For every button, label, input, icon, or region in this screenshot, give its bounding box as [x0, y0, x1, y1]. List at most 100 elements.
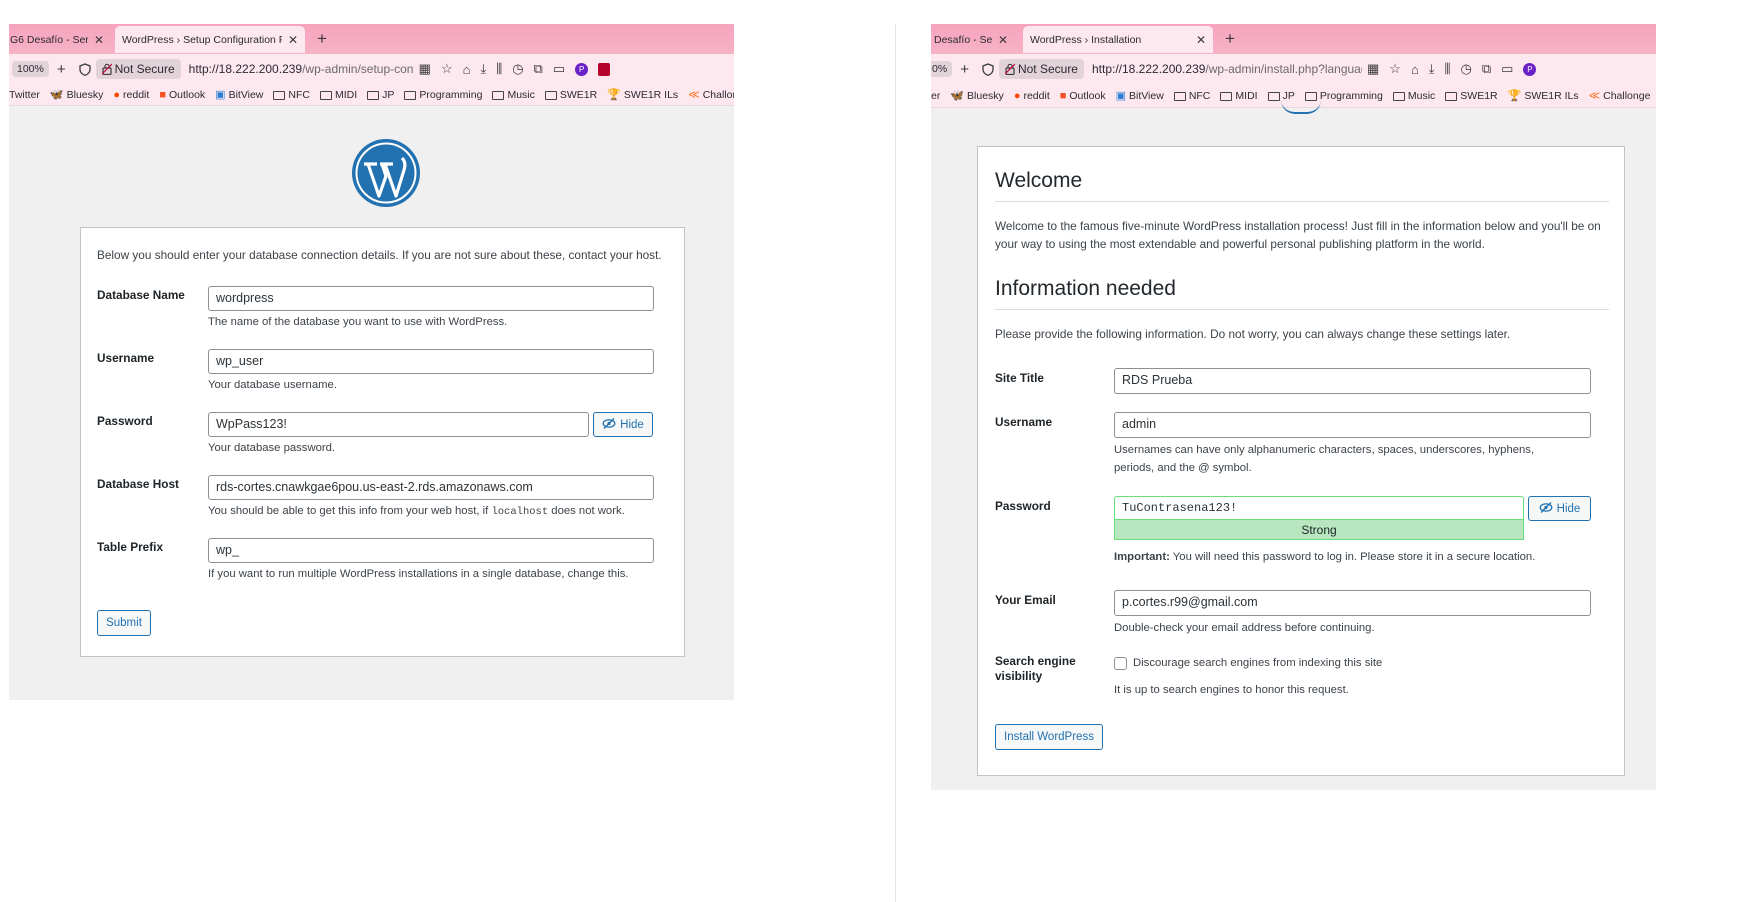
- discourage-search-checkbox[interactable]: [1114, 657, 1127, 670]
- ublock-icon[interactable]: [598, 62, 611, 76]
- bookmark-swe1r-ils[interactable]: 🏆 SWE1R ILs: [607, 88, 678, 102]
- new-tab-button[interactable]: +: [1225, 29, 1235, 49]
- tab-setup-config[interactable]: WordPress › Setup Configuration File ✕: [115, 26, 305, 53]
- profile-icon[interactable]: P: [575, 62, 589, 76]
- wordpress-logo[interactable]: [351, 138, 421, 208]
- history-icon[interactable]: ◷: [512, 61, 523, 77]
- bookmark-outlook[interactable]: ■ Outlook: [1060, 90, 1106, 102]
- bookmark-star-icon[interactable]: ☆: [1389, 61, 1401, 77]
- bookmark-label: Outlook: [168, 88, 206, 101]
- bookmark-bluesky[interactable]: 🦋 Bluesky: [50, 88, 103, 102]
- zoom-in-button[interactable]: +: [57, 61, 66, 78]
- close-tab-icon[interactable]: ✕: [94, 33, 104, 47]
- email-input[interactable]: p.cortes.r99@gmail.com: [1114, 590, 1591, 616]
- library-icon[interactable]: ⫼: [496, 61, 502, 77]
- screenshot-icon[interactable]: ⧉: [1482, 61, 1491, 77]
- bookmark-folder-nfc[interactable]: NFC: [1173, 90, 1210, 102]
- download-icon[interactable]: ⤓: [480, 61, 486, 77]
- bookmark-bitview[interactable]: ▣ BitView: [1115, 89, 1164, 103]
- bookmark-folder-jp[interactable]: JP: [367, 89, 394, 101]
- tracking-shield-icon[interactable]: [78, 62, 91, 76]
- bookmark-folder-nfc[interactable]: NFC: [273, 89, 310, 101]
- new-tab-button[interactable]: +: [317, 29, 327, 49]
- trophy-icon: 🏆: [607, 89, 621, 101]
- bookmark-twitter[interactable]: Twitter: [9, 89, 40, 101]
- tab-label: G6 Desafío - Servicios: [10, 33, 88, 46]
- bookmark-folder-swe1r[interactable]: SWE1R: [1445, 90, 1498, 102]
- bookmark-label: JP: [382, 88, 395, 101]
- microsoft-icon: ■: [159, 88, 166, 101]
- folder-icon: [1173, 92, 1186, 101]
- password-input[interactable]: TuContrasena123!: [1114, 496, 1524, 520]
- close-tab-icon[interactable]: ✕: [1196, 33, 1206, 47]
- download-icon[interactable]: ⤓: [1429, 61, 1435, 77]
- reader-view-icon[interactable]: ▭: [553, 61, 565, 77]
- bookmark-reddit[interactable]: ● reddit: [113, 89, 149, 101]
- tracking-shield-icon[interactable]: [982, 62, 994, 76]
- hide-password-button[interactable]: Hide: [1528, 496, 1591, 521]
- bookmark-folder-music[interactable]: Music: [492, 89, 535, 101]
- zoom-in-button[interactable]: +: [960, 61, 969, 78]
- zoom-level[interactable]: 0%: [931, 61, 953, 77]
- pocket-icon[interactable]: ⌂: [463, 62, 471, 77]
- zoom-level[interactable]: 100%: [12, 61, 49, 77]
- not-secure-indicator[interactable]: Not Secure: [998, 59, 1084, 79]
- url-host: http://18.222.200.239: [1091, 62, 1206, 76]
- url-bar[interactable]: http://18.222.200.239/wp-admin/install.p…: [1092, 62, 1362, 76]
- database-host-input[interactable]: rds-cortes.cnawkgae6pou.us-east-2.rds.am…: [208, 475, 654, 500]
- password-input[interactable]: WpPass123!: [208, 412, 589, 437]
- folder-icon: [1267, 92, 1280, 101]
- close-tab-icon[interactable]: ✕: [288, 33, 298, 47]
- close-tab-icon[interactable]: ✕: [998, 33, 1008, 47]
- pocket-icon[interactable]: ⌂: [1411, 62, 1419, 77]
- tab-desafio[interactable]: Desafío - Servicios ✕: [931, 26, 1015, 53]
- bookmark-challonge[interactable]: ≪Challonge: [1589, 89, 1651, 103]
- eye-slash-icon: [602, 417, 616, 432]
- bitview-icon: ▣: [1115, 90, 1126, 102]
- bookmark-folder-programming[interactable]: Programming: [404, 89, 482, 101]
- username-input[interactable]: wp_user: [208, 349, 654, 374]
- bookmark-outlook[interactable]: ■ Outlook: [159, 89, 205, 101]
- history-icon[interactable]: ◷: [1461, 61, 1472, 77]
- install-wordpress-button[interactable]: Install WordPress: [995, 724, 1103, 750]
- bookmark-reddit[interactable]: ● reddit: [1014, 90, 1050, 102]
- table-prefix-label: Table Prefix: [97, 540, 164, 554]
- username-input[interactable]: admin: [1114, 412, 1591, 438]
- url-path: /wp-admin/setup-config.php: [302, 62, 414, 76]
- url-host: http://18.222.200.239: [188, 62, 303, 76]
- table-prefix-input[interactable]: wp_: [208, 538, 654, 563]
- divider: [895, 24, 896, 902]
- bookmark-bluesky[interactable]: 🦋 Bluesky: [950, 89, 1003, 103]
- bookmark-swe1r-ils[interactable]: 🏆 SWE1R ILs: [1508, 89, 1579, 103]
- discourage-search-label[interactable]: Discourage search engines from indexing …: [1133, 654, 1382, 672]
- database-host-label: Database Host: [97, 477, 179, 491]
- folder-icon: [367, 91, 380, 100]
- library-icon[interactable]: ⫼: [1445, 61, 1451, 77]
- tab-label: WordPress › Setup Configuration File: [122, 33, 282, 46]
- not-secure-indicator[interactable]: Not Secure: [95, 59, 181, 79]
- password-help: Your database password.: [208, 442, 336, 454]
- installation-window: Desafío - Servicios ✕ WordPress › Instal…: [931, 24, 1656, 790]
- bookmark-star-icon[interactable]: ☆: [441, 61, 453, 77]
- hide-password-button[interactable]: Hide: [593, 412, 653, 437]
- bookmark-challonge[interactable]: ≪Challonge: [688, 88, 734, 102]
- bookmark-folder-midi[interactable]: MIDI: [319, 89, 357, 101]
- bookmark-twitter[interactable]: er: [931, 90, 940, 102]
- url-bar[interactable]: http://18.222.200.239/wp-admin/setup-con…: [189, 62, 414, 76]
- tab-bar: G6 Desafío - Servicios ✕ WordPress › Set…: [9, 24, 734, 54]
- site-title-input[interactable]: RDS Prueba: [1114, 368, 1591, 394]
- database-name-input[interactable]: wordpress: [208, 286, 654, 311]
- screenshot-icon[interactable]: ⧉: [534, 61, 543, 77]
- bookmark-folder-swe1r[interactable]: SWE1R: [544, 89, 597, 101]
- qr-code-icon[interactable]: ▦: [1367, 61, 1379, 77]
- tab-g6-desafio[interactable]: G6 Desafío - Servicios ✕: [9, 26, 111, 53]
- profile-icon[interactable]: P: [1523, 62, 1537, 76]
- bookmark-folder-music[interactable]: Music: [1392, 90, 1435, 102]
- bookmark-bitview[interactable]: ▣ BitView: [215, 88, 263, 102]
- tab-installation[interactable]: WordPress › Installation ✕: [1023, 26, 1213, 53]
- database-host-help: You should be able to get this info from…: [208, 502, 625, 521]
- bookmark-folder-midi[interactable]: MIDI: [1220, 90, 1258, 102]
- reader-view-icon[interactable]: ▭: [1501, 61, 1513, 77]
- submit-button[interactable]: Submit: [97, 610, 151, 636]
- qr-code-icon[interactable]: ▦: [419, 61, 431, 77]
